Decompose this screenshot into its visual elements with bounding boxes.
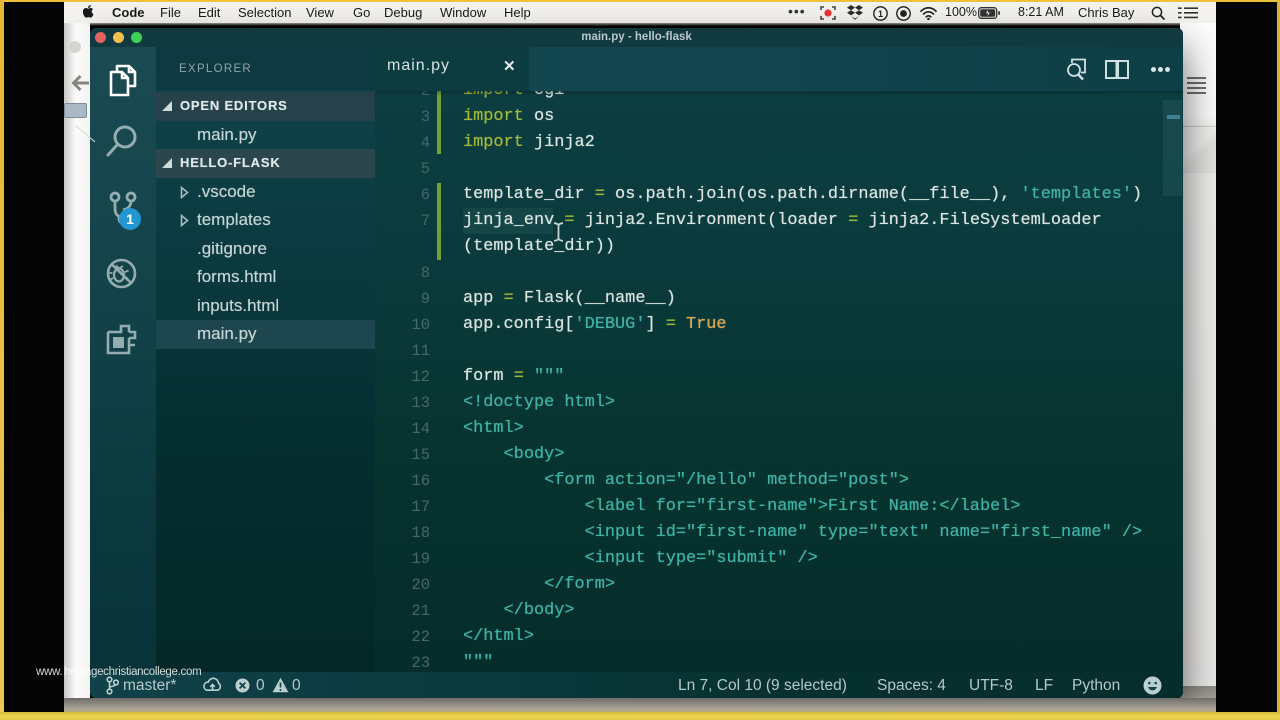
svg-text:1: 1 [878,9,883,19]
